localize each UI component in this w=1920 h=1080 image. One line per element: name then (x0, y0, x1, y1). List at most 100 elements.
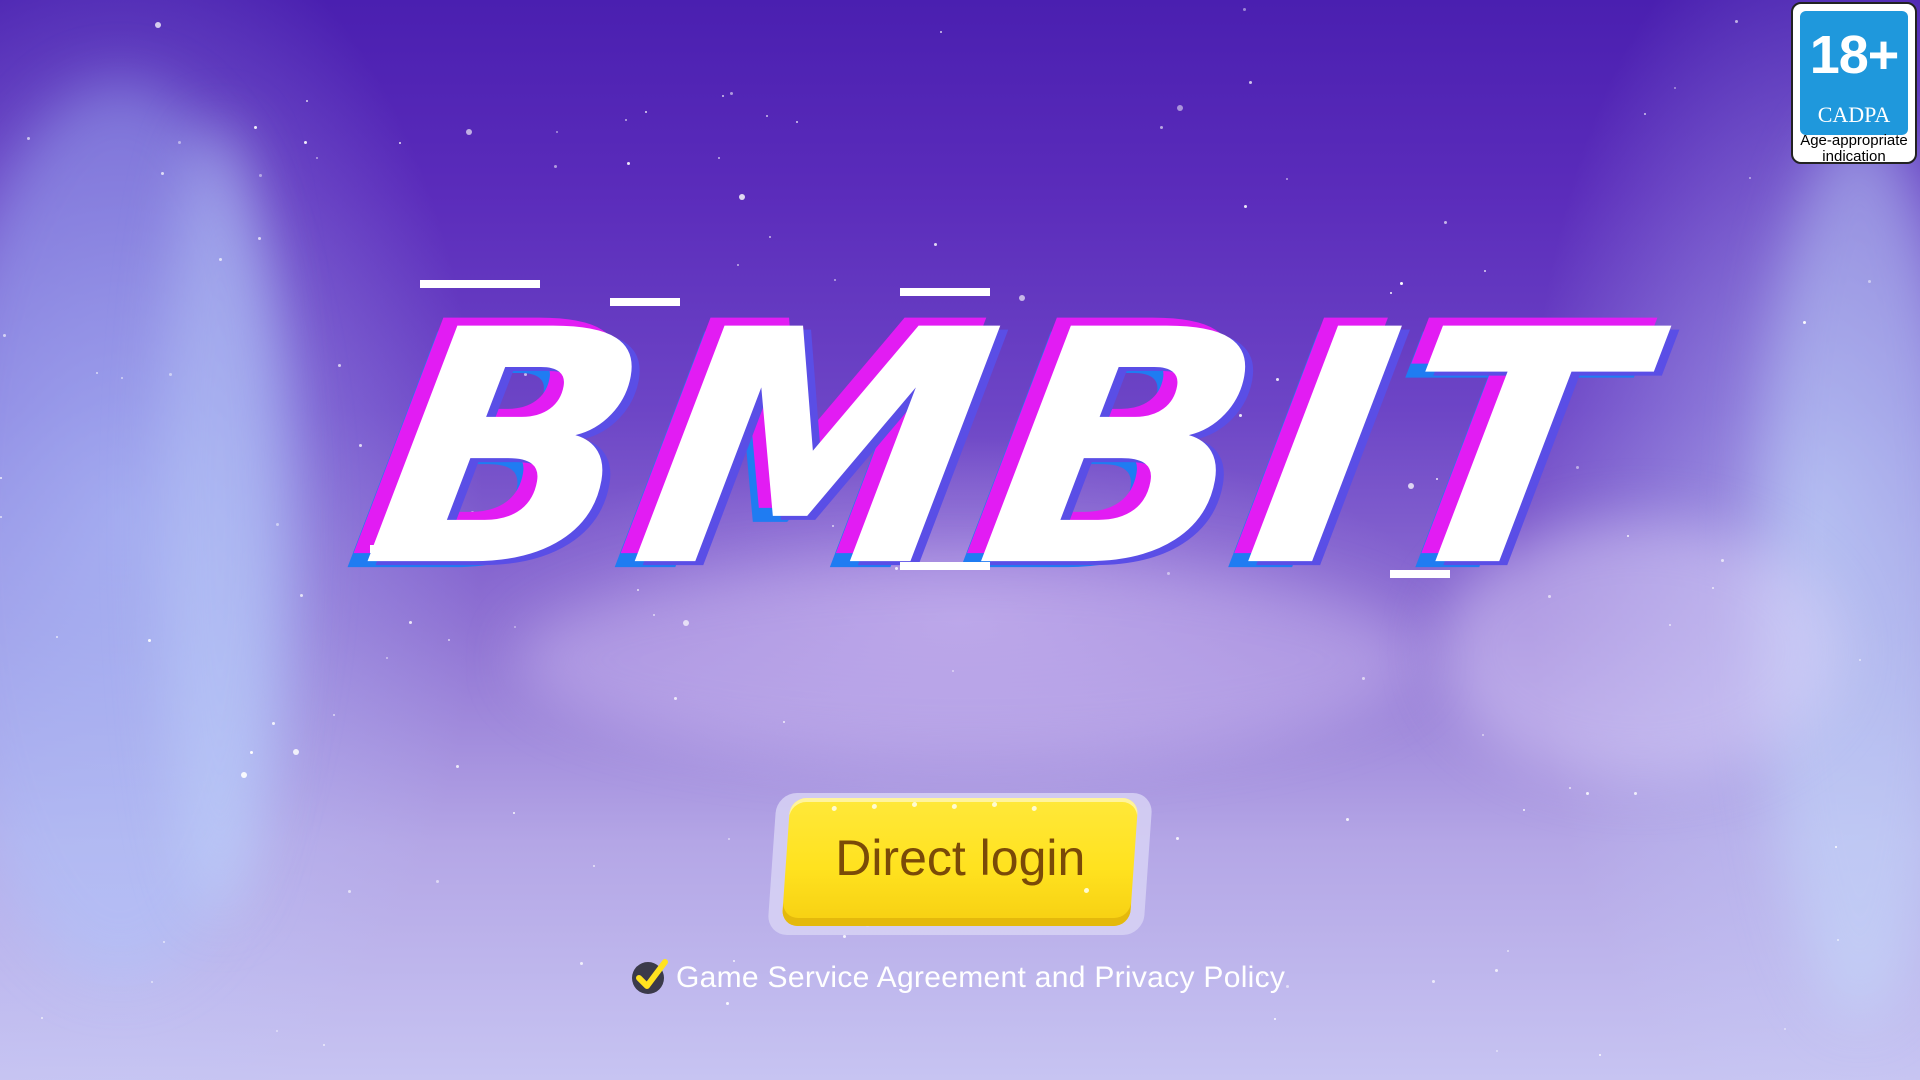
star (399, 142, 401, 144)
star (316, 157, 318, 159)
star (952, 670, 954, 672)
direct-login-label: Direct login (835, 830, 1086, 886)
star (796, 121, 798, 123)
star (258, 237, 261, 240)
star (333, 714, 335, 716)
star (1274, 1018, 1276, 1020)
star (121, 377, 123, 379)
star (1496, 1050, 1498, 1052)
star (272, 722, 275, 725)
star (169, 373, 172, 376)
star (739, 194, 745, 200)
star (338, 364, 341, 367)
star (323, 1044, 325, 1046)
agreement-toggle[interactable]: Game Service Agreement and Privacy Polic… (632, 956, 1285, 1000)
star (300, 594, 303, 597)
star (1837, 939, 1839, 941)
logo-glitch-line (1390, 570, 1450, 578)
star (1749, 177, 1751, 179)
star (41, 1017, 43, 1019)
star (163, 941, 165, 943)
age-rating-panel: 18+ CADPA (1800, 11, 1908, 135)
star (1176, 837, 1179, 840)
star (934, 243, 937, 246)
star (1859, 659, 1861, 661)
star (769, 236, 771, 238)
star (178, 141, 181, 144)
star (56, 636, 58, 638)
star (1735, 20, 1738, 23)
star (1177, 105, 1183, 111)
star (1868, 280, 1871, 283)
star (726, 1002, 729, 1005)
star (96, 372, 98, 374)
checkmark-icon[interactable] (632, 959, 668, 994)
star (250, 751, 253, 754)
star (148, 639, 151, 642)
star (843, 935, 846, 938)
star (348, 890, 351, 893)
star (27, 137, 30, 140)
star (436, 880, 439, 883)
star (674, 697, 677, 700)
age-rating-org: CADPA (1817, 102, 1891, 127)
star (1444, 221, 1447, 224)
star (940, 31, 942, 33)
star (1674, 87, 1676, 89)
star (304, 141, 307, 144)
star (783, 721, 785, 723)
logo-glitch-line (900, 562, 990, 570)
star (466, 129, 472, 135)
star (1346, 818, 1349, 821)
star (1249, 81, 1252, 84)
star (151, 981, 153, 983)
star (580, 962, 583, 965)
age-rating-caption: Age-appropriate indication (1800, 132, 1908, 165)
star (0, 516, 2, 518)
star (1243, 8, 1246, 11)
star (155, 22, 161, 28)
star (728, 838, 730, 840)
star (254, 126, 257, 129)
star (276, 1030, 278, 1032)
star (1160, 126, 1163, 129)
star (1286, 985, 1289, 988)
star (1599, 1054, 1601, 1056)
star (1586, 792, 1589, 795)
star (1669, 624, 1671, 626)
star (730, 92, 733, 95)
star (1482, 734, 1484, 736)
star (241, 772, 247, 778)
star (645, 111, 647, 113)
direct-login-button[interactable]: Direct login (781, 798, 1139, 926)
star (554, 165, 557, 168)
star (306, 100, 308, 102)
star (3, 334, 6, 337)
star (556, 131, 558, 133)
star (386, 657, 388, 659)
logo-glitch-line (370, 545, 440, 553)
star (625, 119, 627, 121)
star (1286, 178, 1288, 180)
logo-glitch-line (900, 288, 990, 296)
star (1495, 969, 1498, 972)
logo-glitch-line (610, 298, 680, 306)
star (722, 95, 724, 97)
star (1523, 809, 1525, 811)
star (161, 172, 164, 175)
star (627, 162, 630, 165)
star (593, 865, 595, 867)
star (0, 477, 2, 479)
star (219, 258, 222, 261)
star (293, 749, 299, 755)
star (513, 812, 515, 814)
star (1634, 792, 1637, 795)
aurora-glow (160, 120, 280, 920)
star (1784, 1028, 1786, 1030)
age-rating-number: 18+ (1809, 25, 1900, 85)
age-rating-badge: 18+ CADPA Age-appropriate indication (1791, 2, 1917, 165)
agreement-link[interactable]: Game Service Agreement and Privacy Polic… (676, 961, 1285, 995)
star (1362, 677, 1365, 680)
star (276, 523, 279, 526)
star (1507, 950, 1509, 952)
